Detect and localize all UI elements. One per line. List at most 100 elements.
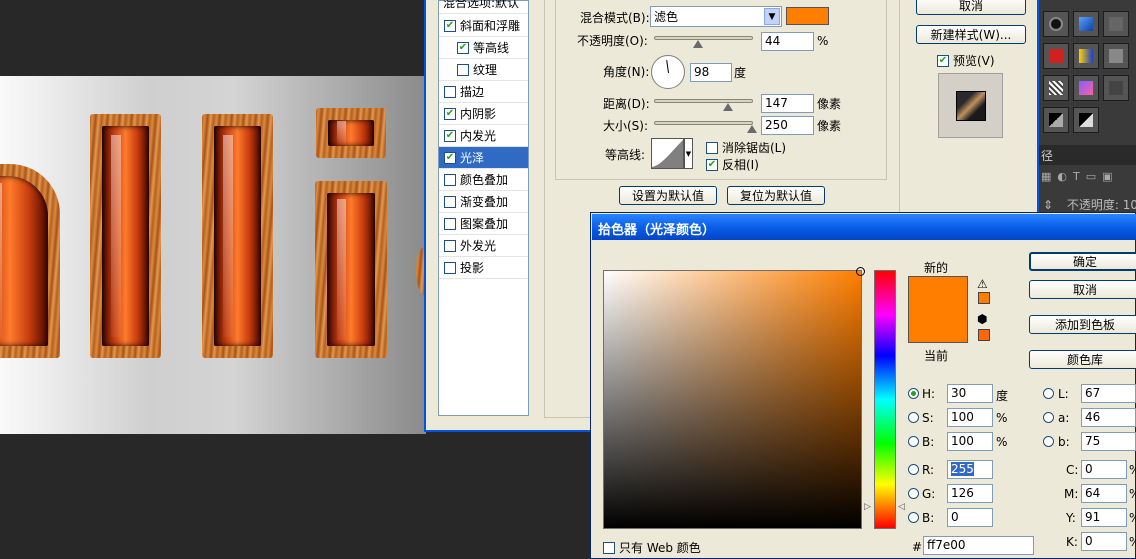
style-swatch[interactable]	[1073, 43, 1099, 69]
h-input[interactable]: 30	[947, 384, 993, 403]
reset-default-button[interactable]: 复位为默认值	[727, 186, 825, 205]
hue-slider[interactable]	[874, 270, 896, 529]
web-safe-cube-icon[interactable]: ⬢	[977, 312, 987, 326]
distance-slider[interactable]	[654, 99, 753, 111]
ok-button[interactable]: 确定	[1029, 252, 1136, 271]
style-swatch[interactable]	[1043, 107, 1069, 133]
chevron-down-icon[interactable]: ▼	[764, 8, 780, 25]
distance-input[interactable]: 147	[761, 94, 814, 113]
lab-b-radio[interactable]	[1043, 436, 1054, 447]
web-safe-color-swatch[interactable]	[978, 329, 990, 341]
contour-dropdown[interactable]: ▼	[684, 138, 693, 169]
cancel-button[interactable]: 取消	[916, 0, 1026, 15]
checkbox[interactable]	[444, 261, 456, 274]
checkbox[interactable]: ✔	[444, 19, 456, 32]
slider-thumb[interactable]	[723, 103, 733, 111]
checkbox[interactable]: ✔	[444, 129, 456, 142]
blue-input[interactable]: 0	[947, 508, 993, 527]
style-item-satin[interactable]: ✔ 光泽	[439, 147, 528, 169]
b-input[interactable]: 100	[947, 432, 993, 451]
opacity-slider[interactable]	[654, 36, 753, 48]
checkbox[interactable]: ✔	[937, 54, 949, 67]
checkbox[interactable]: ✔	[444, 151, 456, 164]
style-swatch[interactable]	[1103, 43, 1129, 69]
contour-preview[interactable]	[651, 138, 684, 169]
checkbox[interactable]	[603, 541, 615, 554]
hex-input[interactable]: ff7e00	[923, 536, 1034, 555]
g-radio[interactable]	[908, 488, 919, 499]
current-color-swatch[interactable]	[908, 309, 968, 343]
checkbox[interactable]	[444, 195, 456, 208]
style-swatch[interactable]	[1043, 43, 1069, 69]
color-libraries-button[interactable]: 颜色库	[1029, 350, 1136, 369]
style-swatch[interactable]	[1103, 75, 1129, 101]
opacity-input[interactable]: 44	[761, 32, 814, 51]
style-swatch[interactable]	[1073, 11, 1099, 37]
image-icon[interactable]: ▦	[1041, 170, 1051, 186]
set-default-button[interactable]: 设置为默认值	[619, 186, 717, 205]
style-item-inner-shadow[interactable]: ✔ 内阴影	[439, 103, 528, 125]
text-icon[interactable]: T	[1073, 170, 1080, 186]
layers-opacity-label[interactable]: ⇕ 不透明度: 10	[1039, 194, 1136, 214]
angle-input[interactable]: 98	[690, 63, 732, 82]
checkbox[interactable]	[444, 173, 456, 186]
gamut-color-swatch[interactable]	[978, 292, 990, 304]
preview-checkbox[interactable]: ✔ 预览(V)	[937, 52, 995, 69]
size-slider[interactable]	[654, 121, 757, 133]
add-to-swatches-button[interactable]: 添加到色板	[1029, 315, 1136, 334]
style-swatch[interactable]	[1073, 75, 1099, 101]
shape-icon[interactable]: ▭	[1086, 170, 1096, 186]
smart-object-icon[interactable]: ▣	[1102, 170, 1112, 186]
style-item-drop-shadow[interactable]: 投影	[439, 257, 528, 279]
cancel-button[interactable]: 取消	[1029, 280, 1136, 299]
style-item-contour[interactable]: ✔ 等高线	[439, 37, 528, 59]
checkbox[interactable]	[444, 217, 456, 230]
checkbox[interactable]	[706, 141, 718, 154]
a-input[interactable]: 46	[1081, 408, 1136, 427]
checkbox[interactable]: ✔	[457, 41, 469, 54]
angle-dial[interactable]	[651, 55, 685, 89]
g-input[interactable]: 126	[947, 484, 993, 503]
checkbox[interactable]	[444, 85, 456, 98]
blend-color-swatch[interactable]	[786, 7, 829, 25]
style-item-gradient-overlay[interactable]: 渐变叠加	[439, 191, 528, 213]
blend-mode-select[interactable]: 滤色 ▼	[650, 6, 782, 27]
style-list-header[interactable]: 混合选项:默认	[439, 0, 528, 14]
style-item-color-overlay[interactable]: 颜色叠加	[439, 169, 528, 191]
checkbox[interactable]: ✔	[706, 158, 718, 171]
saturation-brightness-field[interactable]	[603, 267, 865, 529]
style-item-stroke[interactable]: 描边	[439, 81, 528, 103]
k-input[interactable]: 0	[1081, 532, 1127, 551]
style-item-pattern-overlay[interactable]: 图案叠加	[439, 213, 528, 235]
document-canvas[interactable]	[0, 76, 426, 434]
hue-slider-right-arrow[interactable]: ◁	[898, 502, 905, 512]
c-input[interactable]: 0	[1081, 460, 1127, 479]
l-radio[interactable]	[1043, 388, 1054, 399]
l-input[interactable]: 67	[1081, 384, 1136, 403]
new-style-button[interactable]: 新建样式(W)...	[916, 25, 1026, 44]
style-swatch[interactable]	[1103, 11, 1129, 37]
style-item-bevel[interactable]: ✔ 斜面和浮雕	[439, 15, 528, 37]
r-input[interactable]: 255	[947, 460, 993, 479]
antialias-checkbox[interactable]: 消除锯齿(L)	[706, 139, 786, 156]
y-input[interactable]: 91	[1081, 508, 1127, 527]
style-item-texture[interactable]: 纹理	[439, 59, 528, 81]
style-item-outer-glow[interactable]: 外发光	[439, 235, 528, 257]
slider-thumb[interactable]	[747, 125, 757, 133]
style-swatch[interactable]	[1073, 107, 1099, 133]
hue-slider-left-arrow[interactable]: ▷	[864, 502, 871, 512]
r-radio[interactable]	[908, 464, 919, 475]
checkbox[interactable]	[444, 239, 456, 252]
style-swatch[interactable]	[1043, 11, 1069, 37]
style-item-inner-glow[interactable]: ✔ 内发光	[439, 125, 528, 147]
circle-icon[interactable]: ◐	[1057, 170, 1067, 186]
m-input[interactable]: 64	[1081, 484, 1127, 503]
blue-radio[interactable]	[908, 512, 919, 523]
gamut-warning-icon[interactable]: ⚠	[977, 277, 988, 291]
h-radio[interactable]	[908, 388, 919, 399]
size-input[interactable]: 250	[761, 116, 814, 135]
invert-checkbox[interactable]: ✔ 反相(I)	[706, 156, 759, 173]
color-picker-titlebar[interactable]: 拾色器（光泽颜色）	[592, 214, 1136, 240]
web-colors-only-checkbox[interactable]: 只有 Web 颜色	[603, 539, 701, 556]
checkbox[interactable]: ✔	[444, 107, 456, 120]
